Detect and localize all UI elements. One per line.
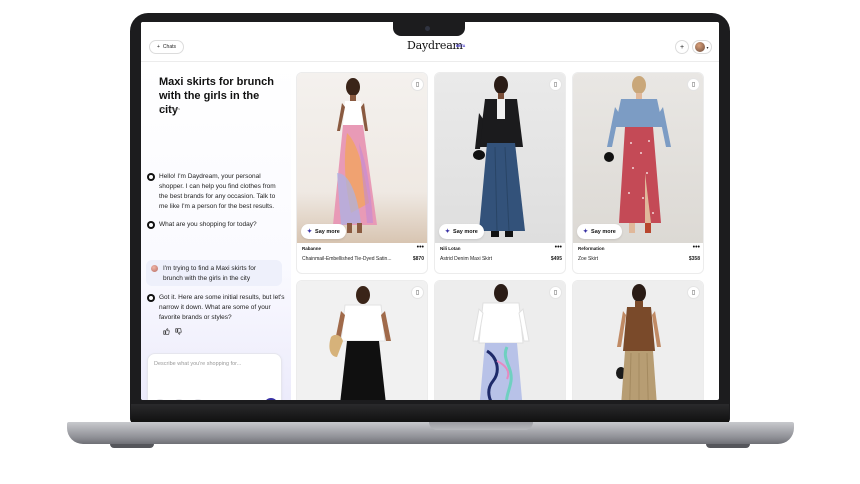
- product-grid: ▯ ✦ Say more Rabanne ••• Chainmail-Embel…: [296, 72, 716, 400]
- more-icon[interactable]: •••: [693, 244, 700, 251]
- bookmark-button[interactable]: ▯: [549, 286, 562, 299]
- bookmark-icon: ▯: [415, 290, 420, 296]
- avatar: [695, 42, 706, 52]
- plus-icon: +: [157, 44, 160, 50]
- product-info: Reformation ••• Zoe Skirt $358: [578, 244, 700, 262]
- product-brand: Rabanne: [302, 246, 322, 251]
- product-card[interactable]: ▯ ✦ Say more Nili Lotan ••• Astrid Denim…: [434, 72, 566, 274]
- bookmark-button[interactable]: ▯: [549, 78, 562, 91]
- app-screen: + Chats Daydream BETA + ▾ Maxi skirts fo…: [141, 22, 719, 400]
- model-figure: [473, 76, 525, 237]
- product-info: Rabanne ••• Chainmail-Embellished Tie-Dy…: [302, 244, 424, 262]
- message-text: Hello! I'm Daydream, your personal shopp…: [159, 173, 276, 210]
- say-more-label: Say more: [453, 228, 478, 235]
- send-button[interactable]: ↑: [264, 398, 278, 400]
- image-icon[interactable]: [154, 399, 166, 400]
- account-menu-button[interactable]: ▾: [692, 40, 712, 54]
- results-count: 200 Results: [159, 106, 181, 111]
- beta-badge: BETA: [456, 44, 466, 48]
- product-image: ▯: [573, 281, 703, 400]
- sparkle-icon: ✦: [307, 229, 313, 235]
- laptop-foot: [706, 444, 750, 448]
- message-text: I'm trying to find a Maxi skirts for bru…: [163, 265, 256, 282]
- brand-logo[interactable]: Daydream: [407, 39, 463, 52]
- product-name: Astrid Denim Maxi Skirt: [440, 256, 492, 262]
- chats-button[interactable]: + Chats: [149, 40, 184, 54]
- chat-icon[interactable]: [192, 399, 204, 400]
- laptop-base: [67, 422, 794, 444]
- say-more-button[interactable]: ✦ Say more: [439, 224, 484, 239]
- say-more-button[interactable]: ✦ Say more: [577, 224, 622, 239]
- product-image: ▯: [435, 281, 565, 400]
- model-figure: [329, 286, 391, 400]
- laptop-hinge-notch: [429, 422, 533, 430]
- product-name: Chainmail-Embellished Tie-Dyed Satin...: [302, 256, 392, 262]
- bookmark-button[interactable]: ▯: [687, 78, 700, 91]
- chevron-down-icon: ▾: [706, 44, 709, 50]
- laptop-foot: [110, 444, 154, 448]
- plus-icon: +: [679, 43, 685, 51]
- bookmark-icon: ▯: [553, 82, 558, 88]
- model-figure: [333, 78, 377, 233]
- chat-composer[interactable]: Describe what you're shopping for... ↑: [147, 353, 282, 400]
- message-text: What are you shopping for today?: [159, 221, 257, 228]
- model-figure: [472, 284, 530, 400]
- mic-icon[interactable]: [173, 399, 185, 400]
- product-card[interactable]: ▯ ✦ Say more Reformation ••• Zoe Skirt $…: [572, 72, 704, 274]
- sparkle-icon: ✦: [583, 229, 589, 235]
- sparkle-icon: ✦: [445, 229, 451, 235]
- user-message: I'm trying to find a Maxi skirts for bru…: [146, 260, 282, 286]
- say-more-label: Say more: [591, 228, 616, 235]
- new-chat-button[interactable]: +: [675, 40, 689, 54]
- message-text: Got it. Here are some initial results, b…: [159, 294, 285, 321]
- daydream-bot-icon: [147, 294, 155, 302]
- composer-input[interactable]: Describe what you're shopping for...: [154, 361, 241, 367]
- daydream-bot-icon: [147, 173, 155, 181]
- product-brand: Reformation: [578, 246, 605, 251]
- model-figure: [604, 76, 671, 233]
- model-figure: [616, 284, 661, 400]
- camera-icon: [425, 26, 430, 31]
- chat-message: What are you shopping for today?: [147, 220, 285, 230]
- user-avatar: [151, 265, 158, 272]
- chat-message: Got it. Here are some initial results, b…: [147, 293, 285, 323]
- thumbs-down-icon[interactable]: [175, 328, 182, 337]
- product-image: ▯ ✦ Say more: [435, 73, 565, 243]
- bookmark-button[interactable]: ▯: [687, 286, 700, 299]
- daydream-bot-icon: [147, 221, 155, 229]
- chat-message: Hello! I'm Daydream, your personal shopp…: [147, 172, 285, 212]
- bookmark-button[interactable]: ▯: [411, 78, 424, 91]
- product-card[interactable]: ▯: [296, 280, 428, 400]
- chat-panel: Maxi skirts for brunch with the girls in…: [141, 63, 291, 400]
- thumbs-up-icon[interactable]: [163, 328, 170, 337]
- product-card[interactable]: ▯ ✦ Say more Rabanne ••• Chainmail-Embel…: [296, 72, 428, 274]
- bookmark-icon: ▯: [415, 82, 420, 88]
- product-card[interactable]: ▯: [434, 280, 566, 400]
- product-price: $870: [412, 256, 424, 262]
- more-icon[interactable]: •••: [417, 244, 424, 251]
- product-image: ▯: [297, 281, 427, 400]
- bookmark-icon: ▯: [691, 290, 696, 296]
- camera-notch: [393, 22, 465, 36]
- product-price: $495: [550, 256, 562, 262]
- product-name: Zoe Skirt: [578, 256, 599, 262]
- product-price: $358: [688, 256, 700, 262]
- product-card[interactable]: ▯: [572, 280, 704, 400]
- product-info: Nili Lotan ••• Astrid Denim Maxi Skirt $…: [440, 244, 562, 262]
- more-icon[interactable]: •••: [555, 244, 562, 251]
- bookmark-icon: ▯: [553, 290, 558, 296]
- product-brand: Nili Lotan: [440, 246, 461, 251]
- say-more-label: Say more: [315, 228, 340, 235]
- laptop-bezel-bottom: [131, 404, 729, 422]
- bookmark-icon: ▯: [691, 82, 696, 88]
- bookmark-button[interactable]: ▯: [411, 286, 424, 299]
- chats-label: Chats: [162, 44, 176, 50]
- product-image: ▯ ✦ Say more: [297, 73, 427, 243]
- product-mockup: + Chats Daydream BETA + ▾ Maxi skirts fo…: [0, 0, 860, 484]
- product-image: ▯ ✦ Say more: [573, 73, 703, 243]
- say-more-button[interactable]: ✦ Say more: [301, 224, 346, 239]
